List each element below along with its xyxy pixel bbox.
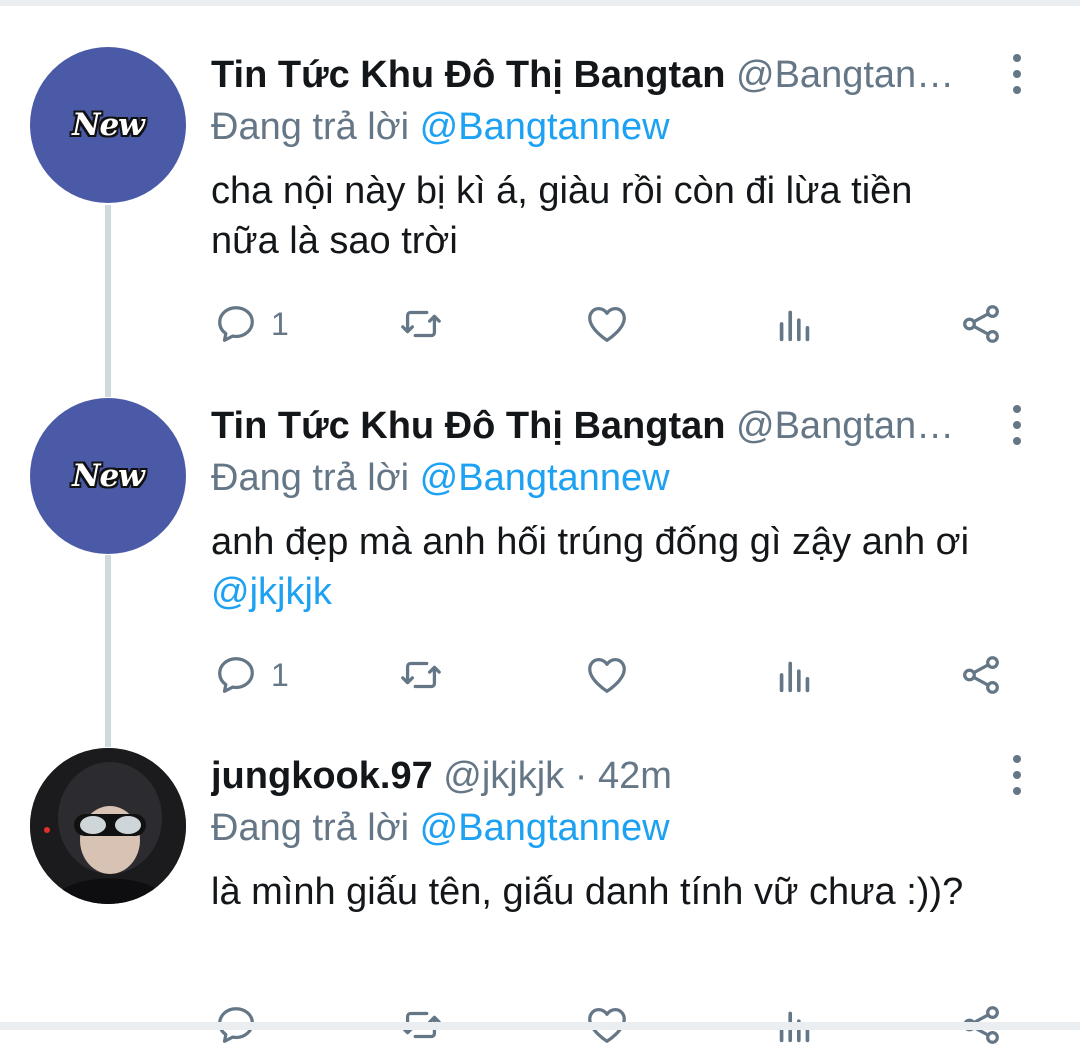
replying-to-label: Đang trả lời — [211, 457, 410, 499]
retweet-button[interactable] — [398, 647, 444, 703]
avatar[interactable]: New — [30, 47, 186, 203]
action-bar: 1 — [0, 296, 1080, 352]
user-handle[interactable]: @Bangtan… — [736, 54, 954, 96]
tweet[interactable]: jungkook.97 @jkjkjk · 42m Đang trả lời @… — [0, 701, 1080, 1051]
analytics-icon — [779, 661, 810, 693]
like-button[interactable] — [584, 647, 630, 703]
tweet-header: jungkook.97 @jkjkjk · 42m — [211, 753, 991, 799]
action-bar: 1 — [0, 647, 1080, 703]
user-handle[interactable]: @Bangtan… — [736, 405, 954, 447]
like-button[interactable] — [584, 296, 630, 352]
tweet-text: cha nội này bị kì á, giàu rồi còn đi lừa… — [211, 166, 1051, 266]
tweet-mention[interactable]: @jkjkjk — [211, 567, 1051, 617]
replying-to-label: Đang trả lời — [211, 106, 410, 148]
share-icon — [963, 656, 999, 694]
tweet-timestamp[interactable]: · 42m — [575, 755, 672, 797]
analytics-button[interactable] — [772, 647, 818, 703]
avatar[interactable] — [30, 748, 186, 904]
analytics-icon — [779, 310, 810, 342]
tweet-text-line: nữa là sao trời — [211, 220, 458, 262]
share-icon — [963, 305, 999, 343]
tweet[interactable]: New Tin Tức Khu Đô Thị Bangtan @Bangtan…… — [0, 351, 1080, 701]
like-icon — [588, 658, 626, 693]
like-icon — [588, 307, 626, 342]
user-handle[interactable]: @jkjkjk — [443, 755, 564, 797]
avatar[interactable]: New — [30, 398, 186, 554]
retweet-icon — [401, 661, 441, 689]
share-button[interactable] — [958, 296, 1004, 352]
share-button[interactable] — [958, 647, 1004, 703]
avatar-logo-text: New — [72, 107, 145, 143]
tweet-text: anh đẹp mà anh hối trúng đống gì zậy anh… — [211, 517, 1051, 617]
reply-button[interactable]: 1 — [213, 647, 289, 703]
replying-to-mention[interactable]: @Bangtannew — [420, 807, 670, 849]
tweet-header: Tin Tức Khu Đô Thị Bangtan @Bangtan… — [211, 403, 991, 449]
retweet-icon — [401, 310, 441, 338]
replying-to-mention[interactable]: @Bangtannew — [420, 457, 670, 499]
more-icon[interactable] — [1000, 405, 1034, 445]
more-icon[interactable] — [1000, 755, 1034, 795]
reply-count: 1 — [271, 656, 289, 693]
analytics-button[interactable] — [772, 296, 818, 352]
bottom-divider — [0, 1022, 1080, 1030]
replying-to: Đang trả lời @Bangtannew — [211, 455, 670, 501]
tweet[interactable]: New Tin Tức Khu Đô Thị Bangtan @Bangtan…… — [0, 0, 1080, 350]
more-icon[interactable] — [1000, 54, 1034, 94]
reply-icon — [218, 657, 254, 693]
avatar-photo — [30, 748, 186, 904]
retweet-button[interactable] — [398, 296, 444, 352]
reply-button[interactable]: 1 — [213, 296, 289, 352]
tweet-text-line: cha nội này bị kì á, giàu rồi còn đi lừa… — [211, 170, 913, 212]
display-name[interactable]: jungkook.97 — [211, 755, 433, 797]
tweet-header: Tin Tức Khu Đô Thị Bangtan @Bangtan… — [211, 52, 991, 98]
replying-to: Đang trả lời @Bangtannew — [211, 805, 670, 851]
reply-icon — [218, 306, 254, 342]
replying-to-label: Đang trả lời — [211, 807, 410, 849]
replying-to-mention[interactable]: @Bangtannew — [420, 106, 670, 148]
reply-count: 1 — [271, 305, 289, 342]
tweet-text-line: anh đẹp mà anh hối trúng đống gì zậy anh… — [211, 521, 970, 563]
avatar-logo-text: New — [72, 458, 145, 494]
tweet-text-line: là mình giấu tên, giấu danh tính vữ chưa… — [211, 871, 964, 913]
display-name[interactable]: Tin Tức Khu Đô Thị Bangtan — [211, 54, 725, 96]
tweet-text: là mình giấu tên, giấu danh tính vữ chưa… — [211, 867, 1051, 917]
display-name[interactable]: Tin Tức Khu Đô Thị Bangtan — [211, 405, 725, 447]
replying-to: Đang trả lời @Bangtannew — [211, 104, 670, 150]
